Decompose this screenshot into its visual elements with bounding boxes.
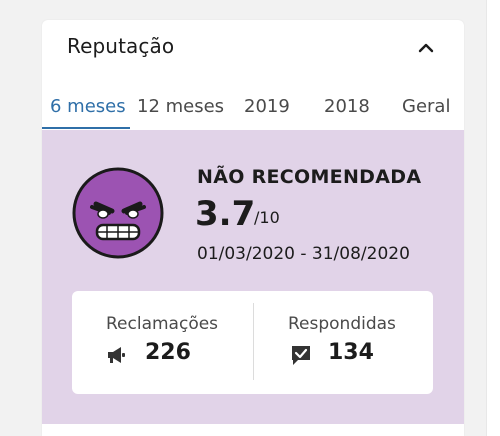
chevron-up-icon[interactable] — [418, 40, 434, 56]
card-footer-edge — [42, 424, 464, 436]
active-tab-indicator — [42, 127, 130, 129]
reputation-card: Reputação 6 meses 12 meses 2019 2018 Ger… — [42, 20, 464, 436]
chat-check-icon — [292, 346, 310, 365]
tab-2018[interactable]: 2018 — [324, 96, 370, 117]
tab-12-months[interactable]: 12 meses — [137, 96, 224, 117]
reputation-panel: NÃO RECOMENDADA 3.7 /10 01/03/2020 - 31/… — [42, 130, 464, 424]
complaints-label: Reclamações — [106, 314, 219, 334]
megaphone-icon — [108, 347, 125, 363]
reputation-score-max: /10 — [254, 208, 280, 227]
adjacent-panel-edge — [486, 0, 500, 436]
answered-label: Respondidas — [288, 314, 396, 334]
angry-face-icon — [72, 167, 164, 259]
reputation-header[interactable]: Reputação — [42, 20, 464, 80]
reputation-score: 3.7 — [195, 194, 256, 234]
stats-divider — [253, 303, 254, 380]
reputation-period: 01/03/2020 - 31/08/2020 — [197, 244, 410, 264]
tab-2019[interactable]: 2019 — [244, 96, 290, 117]
stats-box: Reclamações 226 Respondidas 134 — [72, 291, 433, 394]
period-tabs: 6 meses 12 meses 2019 2018 Geral — [42, 90, 464, 131]
answered-value: 134 — [328, 340, 374, 365]
tab-overall[interactable]: Geral — [402, 96, 450, 117]
reputation-title: Reputação — [67, 34, 175, 58]
tab-6-months[interactable]: 6 meses — [50, 96, 126, 117]
reputation-status: NÃO RECOMENDADA — [197, 166, 422, 188]
complaints-value: 226 — [145, 340, 191, 365]
